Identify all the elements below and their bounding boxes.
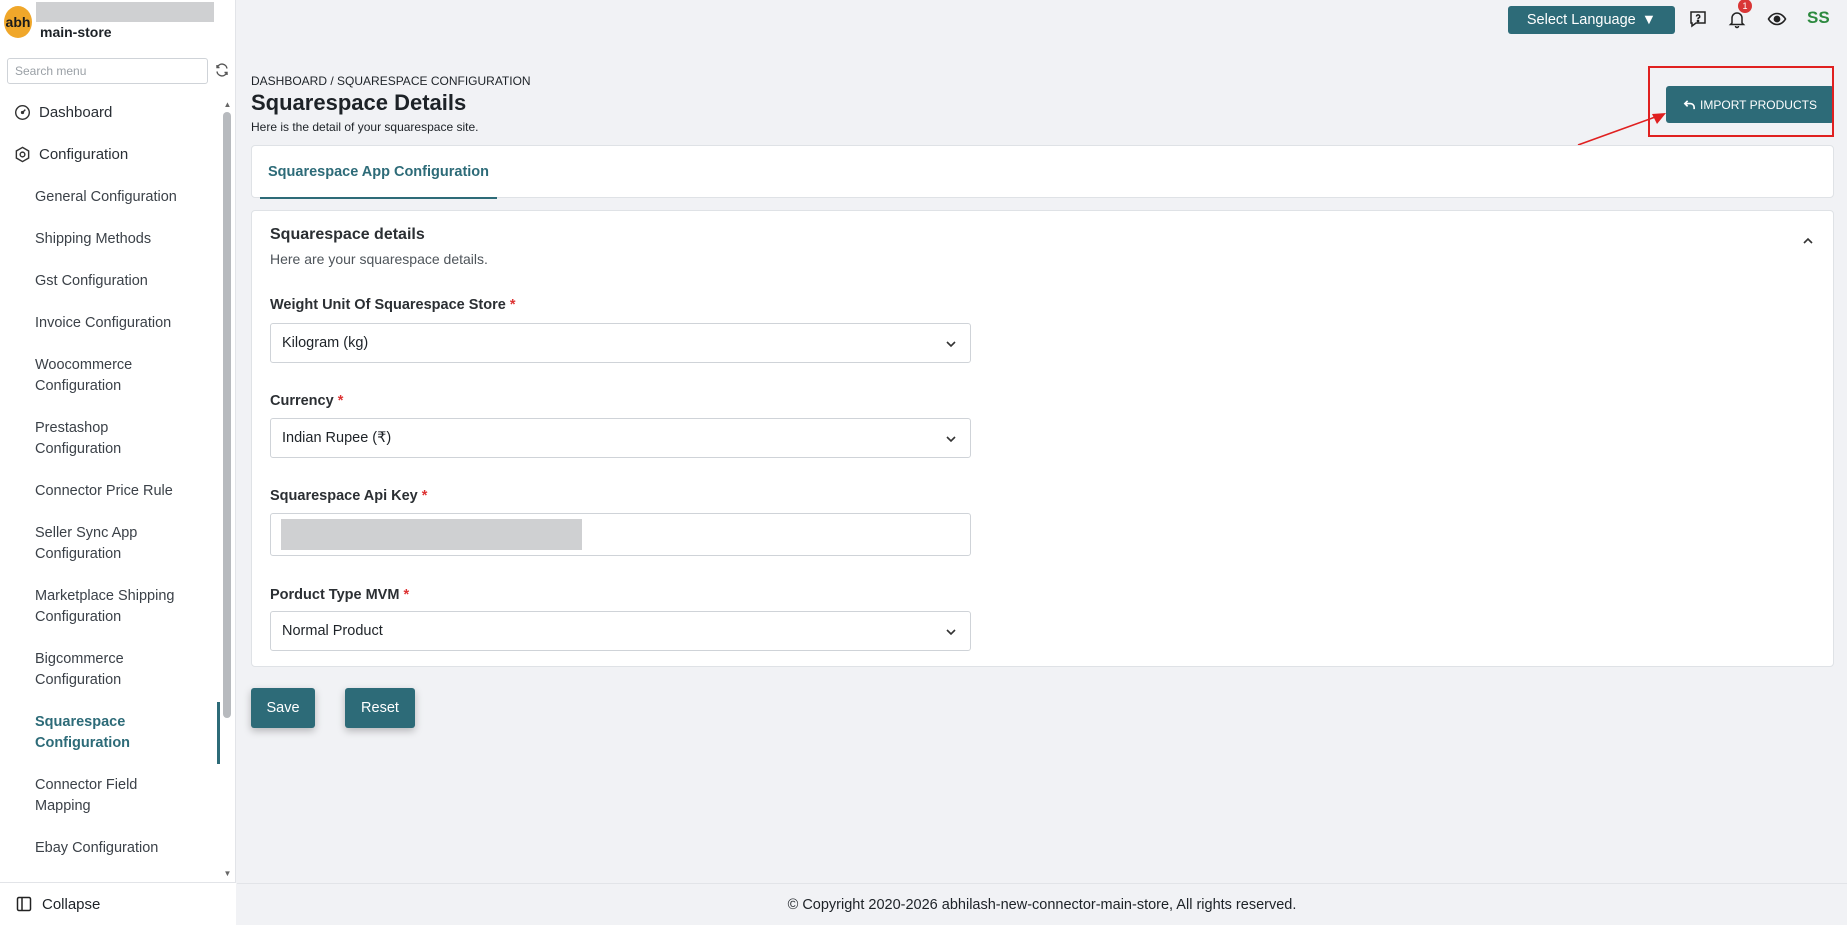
search-menu-input[interactable] (8, 59, 207, 83)
currency-label: Currency * (270, 393, 343, 409)
api-key-label: Squarespace Api Key * (270, 488, 427, 504)
select-language-label: Select Language (1526, 12, 1636, 28)
sidebar-item-prestashop-configuration[interactable]: Prestashop Configuration (35, 418, 155, 460)
sidebar-item-gst-configuration[interactable]: Gst Configuration (35, 271, 185, 292)
sidebar-item-ebay-configuration[interactable]: Ebay Configuration (35, 838, 185, 859)
currency-value: Indian Rupee (₹) (282, 430, 392, 446)
required-mark: * (337, 393, 344, 409)
chevron-down-icon (946, 629, 956, 636)
page-subtitle: Here is the detail of your squarespace s… (251, 120, 479, 134)
required-mark: * (403, 587, 410, 603)
help-chat-icon[interactable] (1688, 9, 1708, 29)
active-item-indicator (217, 702, 220, 764)
sidebar-item-squarespace-configuration[interactable]: Squarespace Configuration (35, 712, 155, 754)
sidebar-item-marketplace-shipping-configuration[interactable]: Marketplace Shipping Configuration (35, 586, 190, 628)
sidebar-item-configuration[interactable]: Configuration (14, 146, 128, 163)
dashboard-gauge-icon (14, 104, 31, 121)
breadcrumb: DASHBOARD / SQUARESPACE CONFIGURATION (251, 74, 531, 88)
tab-squarespace-app-configuration[interactable]: Squarespace App Configuration (260, 146, 498, 199)
copyright-text: © Copyright 2020-2026 abhilash-new-conne… (787, 896, 1297, 913)
footer: © Copyright 2020-2026 abhilash-new-conne… (237, 883, 1847, 925)
squarespace-details-card: Squarespace details Here are your square… (251, 210, 1834, 667)
collapse-button[interactable]: Collapse (0, 882, 236, 925)
import-products-button[interactable]: IMPORT PRODUCTS (1666, 86, 1834, 123)
product-type-select[interactable]: Normal Product (270, 611, 971, 651)
eye-icon[interactable] (1767, 9, 1787, 29)
product-type-label-text: Porduct Type MVM (270, 587, 400, 603)
search-menu-field[interactable] (7, 58, 208, 84)
card-subtitle: Here are your squarespace details. (270, 251, 488, 267)
page-title: Squarespace Details (251, 90, 467, 115)
required-mark: * (509, 297, 516, 313)
product-type-value: Normal Product (282, 623, 383, 639)
sidebar-panel-icon (16, 896, 32, 912)
sidebar-scrollbar-thumb[interactable] (223, 112, 231, 718)
sidebar-item-shipping-methods[interactable]: Shipping Methods (35, 229, 185, 250)
user-avatar[interactable]: SS (1807, 8, 1830, 28)
sidebar-item-dashboard[interactable]: Dashboard (14, 104, 112, 121)
brand: abh main-store (0, 0, 236, 46)
annotation-arrow-icon (1577, 113, 1666, 146)
import-products-label: IMPORT PRODUCTS (1700, 97, 1817, 112)
sidebar-item-general-configuration[interactable]: General Configuration (35, 187, 185, 208)
scroll-down-arrow-icon[interactable]: ▼ (223, 869, 232, 878)
tabs-bar: Squarespace App Configuration (251, 145, 1834, 199)
redacted-api-key (281, 519, 582, 550)
api-key-label-text: Squarespace Api Key (270, 488, 418, 504)
chevron-down-icon (946, 436, 956, 443)
refresh-icon[interactable] (214, 62, 230, 78)
sidebar-item-woocommerce-configuration[interactable]: Woocommerce Configuration (35, 355, 155, 397)
weight-unit-value: Kilogram (kg) (282, 335, 369, 351)
currency-label-text: Currency (270, 393, 334, 409)
sidebar-item-connector-field-mapping[interactable]: Connector Field Mapping (35, 775, 155, 817)
weight-unit-select[interactable]: Kilogram (kg) (270, 323, 971, 363)
select-language-button[interactable]: Select Language ▼ (1508, 6, 1675, 34)
required-mark: * (421, 488, 428, 504)
scroll-up-arrow-icon[interactable]: ▲ (223, 100, 232, 109)
store-logo: abh (4, 6, 32, 38)
card-title: Squarespace details (270, 226, 425, 243)
reset-button[interactable]: Reset (345, 688, 415, 728)
weight-unit-label: Weight Unit Of Squarespace Store * (270, 297, 516, 313)
undo-arrow-icon (1683, 100, 1696, 110)
currency-select[interactable]: Indian Rupee (₹) (270, 418, 971, 458)
api-key-input[interactable] (270, 513, 971, 556)
sidebar: abh main-store Dashboard Configuration G… (0, 0, 236, 925)
redacted-store-label (36, 2, 214, 22)
store-name: main-store (40, 24, 112, 40)
sidebar-item-bigcommerce-configuration[interactable]: Bigcommerce Configuration (35, 649, 155, 691)
sidebar-item-invoice-configuration[interactable]: Invoice Configuration (35, 313, 185, 334)
chevron-up-icon[interactable] (1800, 233, 1816, 249)
sidebar-item-connector-price-rule[interactable]: Connector Price Rule (35, 481, 185, 502)
caret-down-icon: ▼ (1641, 12, 1657, 28)
sidebar-item-label: Configuration (39, 146, 129, 163)
notification-count-badge: 1 (1738, 0, 1752, 13)
settings-hexagon-icon (15, 146, 30, 163)
product-type-label: Porduct Type MVM * (270, 587, 409, 603)
save-button[interactable]: Save (251, 688, 315, 728)
sidebar-item-label: Dashboard (39, 104, 113, 121)
sidebar-item-seller-sync-app-configuration[interactable]: Seller Sync App Configuration (35, 523, 165, 565)
chevron-down-icon (946, 341, 956, 348)
collapse-label: Collapse (42, 895, 101, 913)
weight-unit-label-text: Weight Unit Of Squarespace Store (270, 297, 506, 313)
